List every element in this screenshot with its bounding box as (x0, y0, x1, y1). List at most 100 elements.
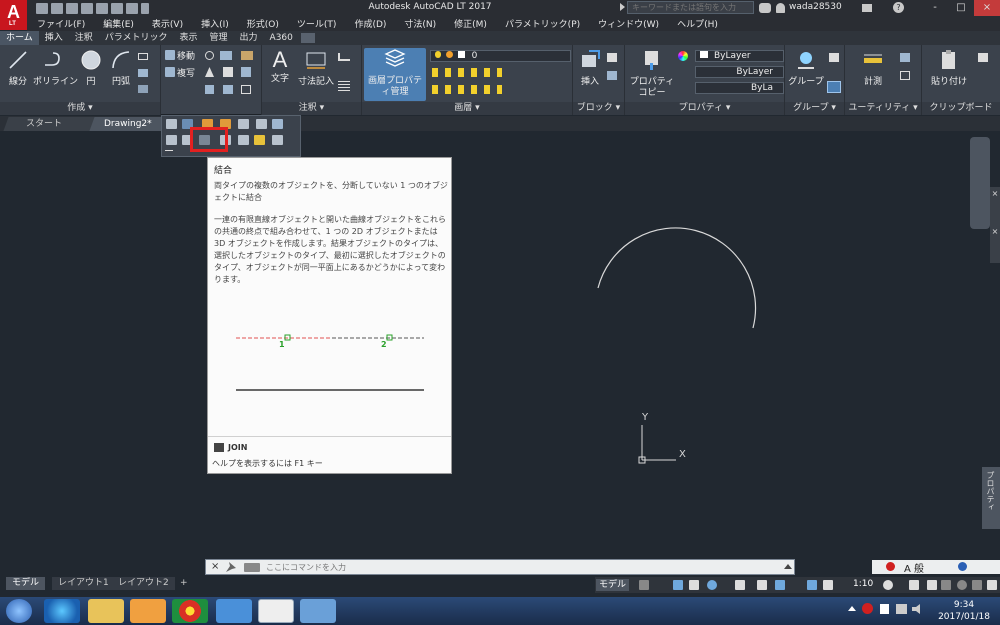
measure-tool[interactable]: 計測 (855, 49, 891, 88)
cmdline-prompt-icon[interactable] (244, 563, 260, 572)
menu-view[interactable]: 表示(V) (152, 17, 183, 30)
menu-insert[interactable]: 挿入(I) (201, 17, 229, 30)
search-arrow-icon[interactable] (620, 3, 625, 11)
help-icon[interactable]: ? (893, 2, 904, 13)
lineweight-dropdown[interactable]: ByLa (695, 82, 784, 94)
menu-help[interactable]: ヘルプ(H) (677, 17, 718, 30)
ime-indicator[interactable]: A 般 (904, 560, 924, 575)
line-tool[interactable]: 線分 (1, 49, 35, 88)
clean-screen-icon[interactable] (957, 580, 967, 590)
fullscreen-icon[interactable] (972, 580, 982, 590)
menu-tools[interactable]: ツール(T) (297, 17, 337, 30)
draworder-icon[interactable] (272, 135, 283, 145)
user-icon[interactable] (776, 3, 785, 13)
windows-start-button[interactable] (6, 599, 32, 623)
panel-draw-title[interactable]: 作成 ▾ (0, 102, 160, 115)
text-tool[interactable]: A 文字 (265, 49, 295, 85)
move-tool[interactable]: 移動 (165, 50, 195, 62)
pin-icon[interactable] (165, 150, 173, 154)
create-block-icon[interactable] (607, 53, 617, 62)
paint-icon[interactable] (300, 599, 336, 623)
scale-icon[interactable] (241, 67, 251, 77)
tab-output[interactable]: 出力 (234, 31, 264, 45)
palette-close-icon-2[interactable]: × (990, 227, 1000, 236)
menu-window[interactable]: ウィンドウ(W) (598, 17, 659, 30)
leader-icon[interactable] (338, 53, 350, 61)
workspace-gear-icon[interactable] (883, 580, 893, 590)
trim-icon[interactable] (220, 51, 232, 60)
network-icon[interactable] (896, 604, 907, 614)
close-button[interactable]: × (974, 0, 1000, 16)
tab-insert[interactable]: 挿入 (39, 31, 69, 45)
arc-tool[interactable]: 円弧 (104, 49, 138, 88)
save-as-icon[interactable] (81, 2, 93, 14)
quick-select-icon[interactable] (900, 53, 910, 62)
internet-explorer-icon[interactable] (44, 599, 80, 623)
linetype-dropdown[interactable]: ByLayer (695, 66, 784, 78)
color-dropdown[interactable]: ByLayer (695, 50, 784, 62)
customization-icon[interactable] (987, 580, 997, 590)
maximize-button[interactable]: □ (948, 0, 974, 16)
cmdline-close-icon[interactable]: × (211, 561, 219, 572)
grid-icon[interactable] (639, 580, 649, 590)
layer-tools-row-1[interactable] (432, 68, 502, 77)
layout-tab-layout1[interactable]: レイアウト1 (52, 577, 115, 590)
annotation-scale-value[interactable]: 1:10 (853, 579, 873, 589)
ortho-icon[interactable] (689, 580, 699, 590)
binoculars-icon[interactable] (759, 3, 771, 13)
fillet-icon[interactable] (241, 51, 253, 60)
copy-clip-icon[interactable] (978, 53, 988, 62)
edit-hatch-icon[interactable] (238, 119, 249, 129)
action-center-flag-icon[interactable] (880, 604, 889, 614)
annotation-visibility-icon[interactable] (807, 580, 817, 590)
copy-tool[interactable]: 複写 (165, 67, 195, 79)
layer-properties-button[interactable]: 画層プロパティ管理 (364, 48, 426, 101)
panel-clipboard-title[interactable]: クリップボード (922, 102, 1000, 115)
break-icon[interactable] (166, 135, 177, 145)
palette-controls[interactable] (990, 187, 1000, 263)
group-edit-icon[interactable] (827, 81, 841, 93)
array-icon[interactable] (205, 85, 214, 94)
offset-icon[interactable] (223, 85, 233, 94)
tab-annotate[interactable]: 注釈 (69, 31, 99, 45)
table-icon[interactable] (338, 81, 350, 91)
stretch-icon[interactable] (223, 67, 233, 77)
cart-icon[interactable] (862, 4, 872, 12)
isodraft-icon[interactable] (735, 580, 745, 590)
isolate-icon[interactable] (941, 580, 951, 590)
group-tool[interactable]: グループ (788, 49, 824, 88)
panel-layers-title[interactable]: 画層 ▾ (362, 102, 572, 115)
hatch-icon[interactable] (138, 69, 148, 77)
print-icon[interactable] (96, 2, 108, 14)
tab-a360[interactable]: A360 (264, 31, 299, 45)
navigation-bar[interactable] (970, 137, 990, 229)
command-input[interactable] (266, 561, 766, 573)
rectangle-icon[interactable] (138, 53, 148, 60)
panel-properties-title[interactable]: プロパティ ▾ (625, 102, 784, 115)
doc-tab-start[interactable]: スタート (3, 117, 99, 131)
erase-icon[interactable] (166, 119, 177, 129)
annotation-monitor-icon[interactable] (909, 580, 919, 590)
help-search-input[interactable] (627, 1, 754, 14)
layout-tab-model[interactable]: モデル (6, 577, 46, 590)
units-icon[interactable] (927, 580, 937, 590)
panel-group-title[interactable]: グループ ▾ (785, 102, 844, 115)
layout-tab-layout2[interactable]: レイアウト2 (112, 577, 175, 590)
add-layout-button[interactable]: + (174, 577, 194, 590)
user-name[interactable]: wada28530 (789, 2, 842, 12)
tab-home[interactable]: ホーム (0, 31, 39, 45)
tray-expand-icon[interactable] (848, 606, 856, 611)
menu-draw[interactable]: 作成(D) (354, 17, 386, 30)
dimension-tool[interactable]: 寸法記入 (298, 49, 334, 88)
panel-utilities-title[interactable]: ユーティリティ ▾ (845, 102, 921, 115)
insert-block-tool[interactable]: 挿入 (575, 49, 605, 88)
reverse-icon[interactable] (256, 119, 267, 129)
autocad-taskbar-icon[interactable] (258, 599, 294, 623)
panel-annotation-title[interactable]: 注釈 ▾ (262, 102, 361, 115)
edit-block-icon[interactable] (607, 71, 617, 80)
media-player-icon[interactable] (130, 599, 166, 623)
autocad-logo[interactable]: A LT (0, 0, 27, 30)
alert-icon[interactable] (886, 562, 895, 571)
point-icon[interactable] (900, 71, 910, 80)
cmdline-wrench-icon[interactable] (226, 562, 236, 572)
